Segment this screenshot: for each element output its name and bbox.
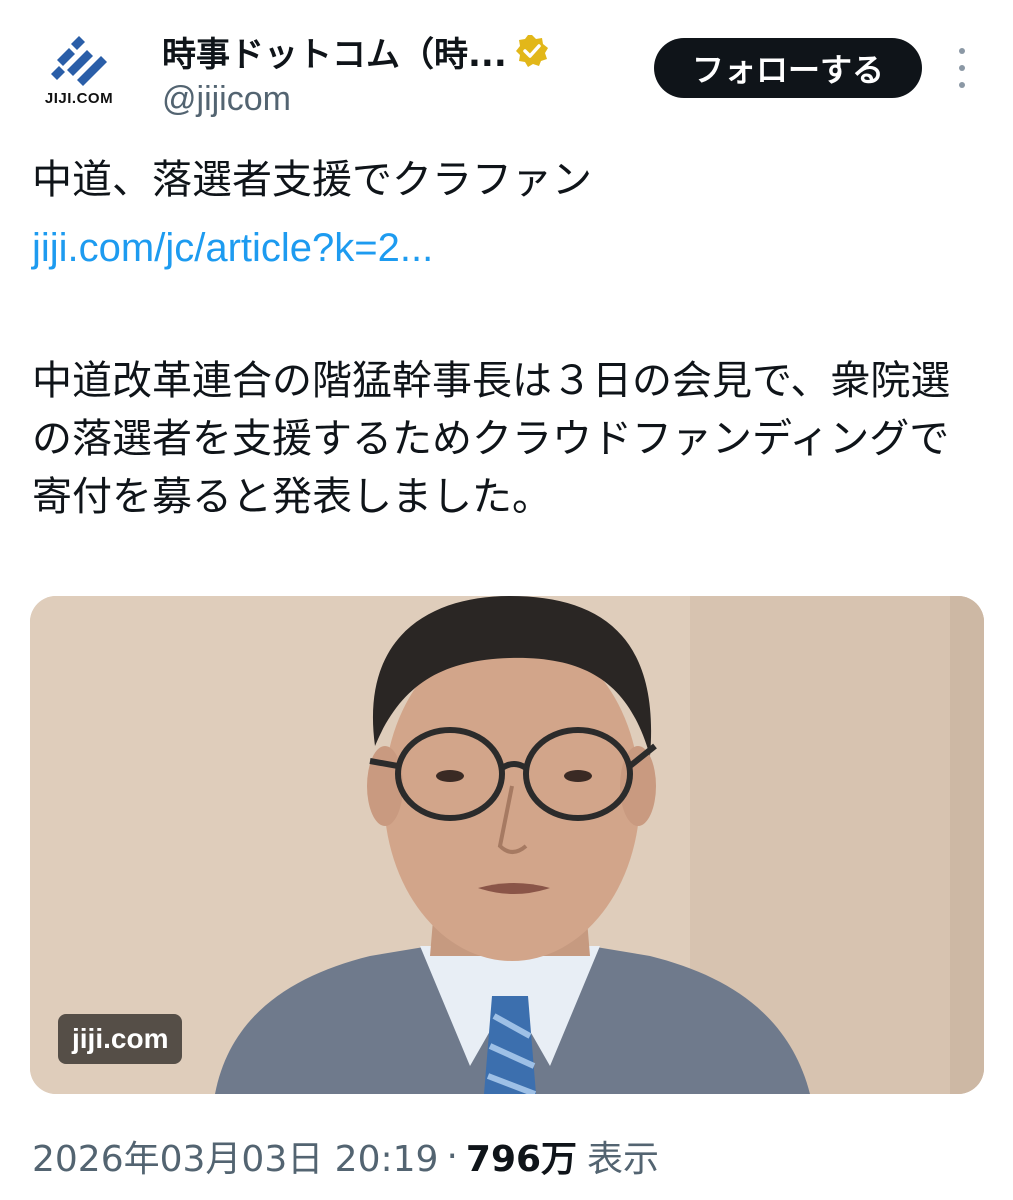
article-link[interactable]: jiji.com/jc/article?k=2... xyxy=(32,219,433,277)
tweet-card: JIJI.COM 時事ドットコム（時... @jijicom フォローする 中道… xyxy=(0,0,1013,1200)
tweet-meta: 2026年03月03日 20:19 · 796万 表示 xyxy=(32,1130,659,1182)
verified-badge-icon xyxy=(515,35,548,67)
tweet-photo[interactable]: jiji.com xyxy=(30,596,984,1094)
user-name-row[interactable]: 時事ドットコム（時... xyxy=(162,27,549,76)
views-count: 796万 xyxy=(465,1139,578,1180)
more-dot xyxy=(959,82,965,88)
follow-button[interactable]: フォローする xyxy=(654,38,922,98)
avatar[interactable]: JIJI.COM xyxy=(28,30,130,110)
more-dot xyxy=(959,65,965,71)
avatar-label: JIJI.COM xyxy=(44,89,114,107)
display-name[interactable]: 時事ドットコム（時... xyxy=(162,27,507,76)
photo-watermark: jiji.com xyxy=(58,1014,183,1064)
tweet-headline: 中道、落選者支援でクラファン xyxy=(32,157,592,203)
meta-separator: · xyxy=(446,1135,458,1177)
more-dot xyxy=(959,48,965,54)
user-handle[interactable]: @jijicom xyxy=(162,80,291,119)
views-label: 表示 xyxy=(587,1139,660,1180)
tweet-body: 中道改革連合の階猛幹事長は３日の会見で、衆院選の落選者を支援するためクラウドファ… xyxy=(32,358,951,520)
more-vertical-icon[interactable] xyxy=(954,48,970,88)
tweet-timestamp[interactable]: 2026年03月03日 20:19 xyxy=(32,1130,438,1182)
jiji-logo-icon xyxy=(51,35,107,86)
